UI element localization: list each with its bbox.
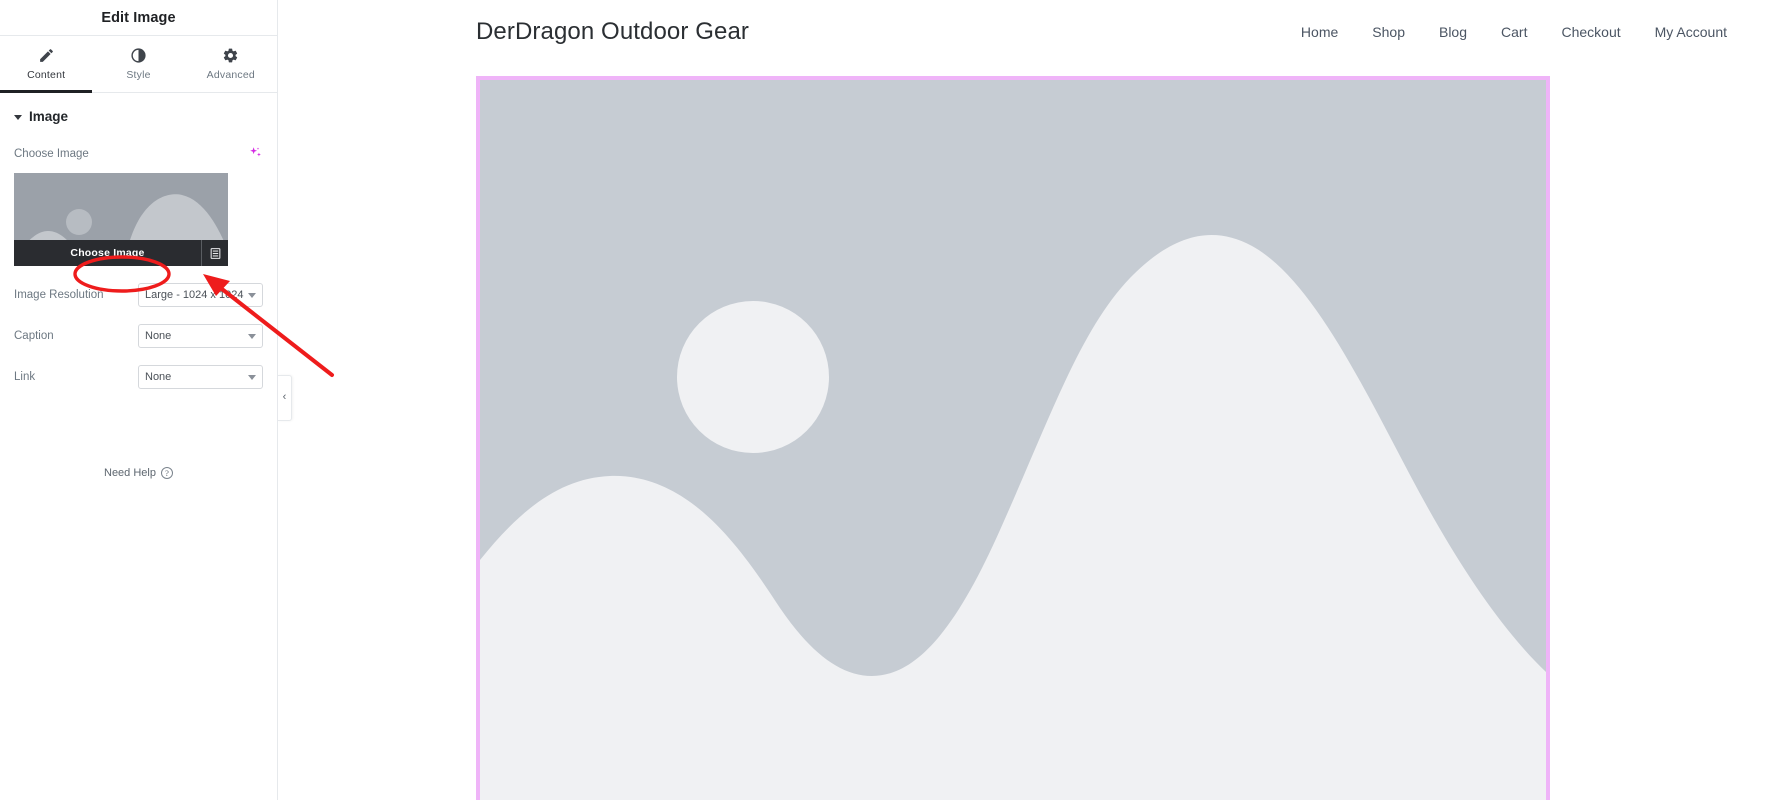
tab-style[interactable]: Style: [92, 36, 185, 92]
caption-select[interactable]: None: [138, 324, 263, 348]
image-thumbnail[interactable]: Choose Image: [14, 173, 228, 266]
choose-image-button[interactable]: Choose Image: [14, 240, 201, 266]
pencil-icon: [38, 47, 55, 64]
panel-tabs: Content Style Advanced: [0, 36, 277, 93]
image-resolution-label: Image Resolution: [14, 289, 104, 301]
contrast-icon: [130, 47, 147, 64]
tab-style-label: Style: [126, 69, 151, 81]
link-row: Link None: [14, 365, 263, 389]
nav-link-checkout[interactable]: Checkout: [1561, 24, 1620, 40]
hero-image-widget[interactable]: [476, 76, 1550, 800]
tab-advanced[interactable]: Advanced: [184, 36, 277, 92]
image-thumbnail-toolbar: Choose Image: [14, 240, 228, 266]
page-title: Edit Image: [101, 9, 176, 26]
panel-header: Edit Image: [0, 0, 277, 36]
caption-value: None: [145, 330, 172, 342]
link-value: None: [145, 371, 172, 383]
image-section: Image Choose Image Choose Image Image Re…: [0, 93, 277, 389]
chevron-down-icon: [248, 333, 256, 339]
need-help-label: Need Help: [104, 467, 156, 479]
image-resolution-select[interactable]: Large - 1024 x 1024: [138, 283, 263, 307]
chevron-down-icon: [248, 292, 256, 298]
edit-image-panel: Edit Image Content Style Advanced Image …: [0, 0, 278, 800]
nav-link-my-account[interactable]: My Account: [1655, 24, 1727, 40]
question-mark-icon: ?: [160, 467, 173, 479]
chevron-down-icon: [14, 115, 22, 120]
page-preview-canvas: DerDragon Outdoor Gear Home Shop Blog Ca…: [278, 0, 1789, 800]
panel-collapse-handle[interactable]: ‹: [278, 375, 292, 421]
link-label: Link: [14, 371, 36, 383]
media-library-icon[interactable]: [202, 240, 228, 266]
nav-link-blog[interactable]: Blog: [1439, 24, 1467, 40]
tab-content[interactable]: Content: [0, 36, 93, 93]
ai-sparkle-icon[interactable]: [248, 146, 263, 161]
site-nav: Home Shop Blog Cart Checkout My Account: [1301, 24, 1749, 40]
site-header: DerDragon Outdoor Gear Home Shop Blog Ca…: [278, 0, 1789, 64]
caption-label: Caption: [14, 330, 54, 342]
nav-link-shop[interactable]: Shop: [1372, 24, 1405, 40]
need-help-link[interactable]: Need Help ?: [0, 467, 277, 479]
chevron-down-icon: [248, 374, 256, 380]
image-section-title: Image: [29, 109, 69, 124]
tab-advanced-label: Advanced: [206, 69, 255, 81]
caption-row: Caption None: [14, 324, 263, 348]
hero-image-placeholder: [480, 80, 1546, 800]
image-resolution-row: Image Resolution Large - 1024 x 1024: [14, 283, 263, 307]
image-section-header[interactable]: Image: [14, 109, 263, 124]
choose-image-field-row: Choose Image: [14, 146, 263, 161]
nav-link-home[interactable]: Home: [1301, 24, 1338, 40]
app-root: Edit Image Content Style Advanced Image …: [0, 0, 1789, 800]
link-select[interactable]: None: [138, 365, 263, 389]
chevron-left-icon: ‹: [282, 391, 287, 403]
choose-image-label: Choose Image: [14, 147, 89, 160]
nav-link-cart[interactable]: Cart: [1501, 24, 1527, 40]
image-resolution-value: Large - 1024 x 1024: [145, 289, 244, 301]
tab-content-label: Content: [27, 69, 66, 81]
gear-icon: [222, 47, 239, 64]
site-title: DerDragon Outdoor Gear: [476, 18, 749, 45]
